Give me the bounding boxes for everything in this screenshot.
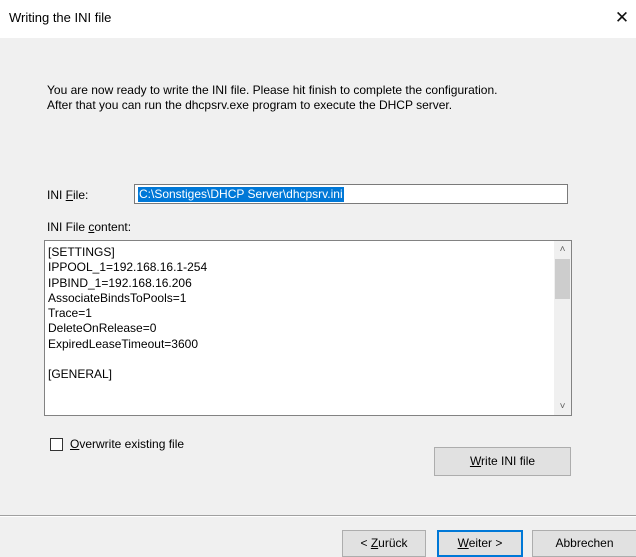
write-ini-file-button[interactable]: Write INI file — [434, 447, 571, 476]
wizard-page: You are now ready to write the INI file.… — [0, 38, 636, 557]
title-bar: Writing the INI file ✕ — [0, 0, 636, 38]
intro-text: You are now ready to write the INI file.… — [47, 83, 607, 113]
overwrite-checkbox-label[interactable]: Overwrite existing file — [70, 437, 184, 451]
next-button[interactable]: Weiter > — [437, 530, 523, 557]
window-title: Writing the INI file — [9, 10, 112, 25]
scrollbar-thumb[interactable] — [555, 259, 570, 299]
ini-content-label: INI File content: — [47, 220, 132, 234]
ini-file-path-value: C:\Sonstiges\DHCP Server\dhcpsrv.ini — [138, 187, 344, 202]
intro-line-1: You are now ready to write the INI file.… — [47, 83, 498, 97]
vertical-scrollbar[interactable]: ˄ ˅ — [554, 241, 571, 415]
overwrite-checkbox[interactable] — [50, 438, 63, 451]
close-icon[interactable]: ✕ — [612, 8, 632, 28]
back-button[interactable]: < Zurück — [342, 530, 426, 557]
intro-line-2: After that you can run the dhcpsrv.exe p… — [47, 98, 453, 112]
cancel-button[interactable]: Abbrechen — [532, 530, 636, 557]
ini-file-label: INI File: — [47, 188, 89, 202]
footer-divider — [0, 515, 636, 517]
ini-content-text: [SETTINGS] IPPOOL_1=192.168.16.1-254 IPB… — [48, 245, 208, 382]
ini-content-textarea[interactable]: [SETTINGS] IPPOOL_1=192.168.16.1-254 IPB… — [44, 240, 572, 416]
chevron-up-icon[interactable]: ˄ — [554, 241, 571, 258]
chevron-down-icon[interactable]: ˅ — [554, 398, 571, 415]
ini-file-path-input[interactable]: C:\Sonstiges\DHCP Server\dhcpsrv.ini — [134, 184, 568, 204]
